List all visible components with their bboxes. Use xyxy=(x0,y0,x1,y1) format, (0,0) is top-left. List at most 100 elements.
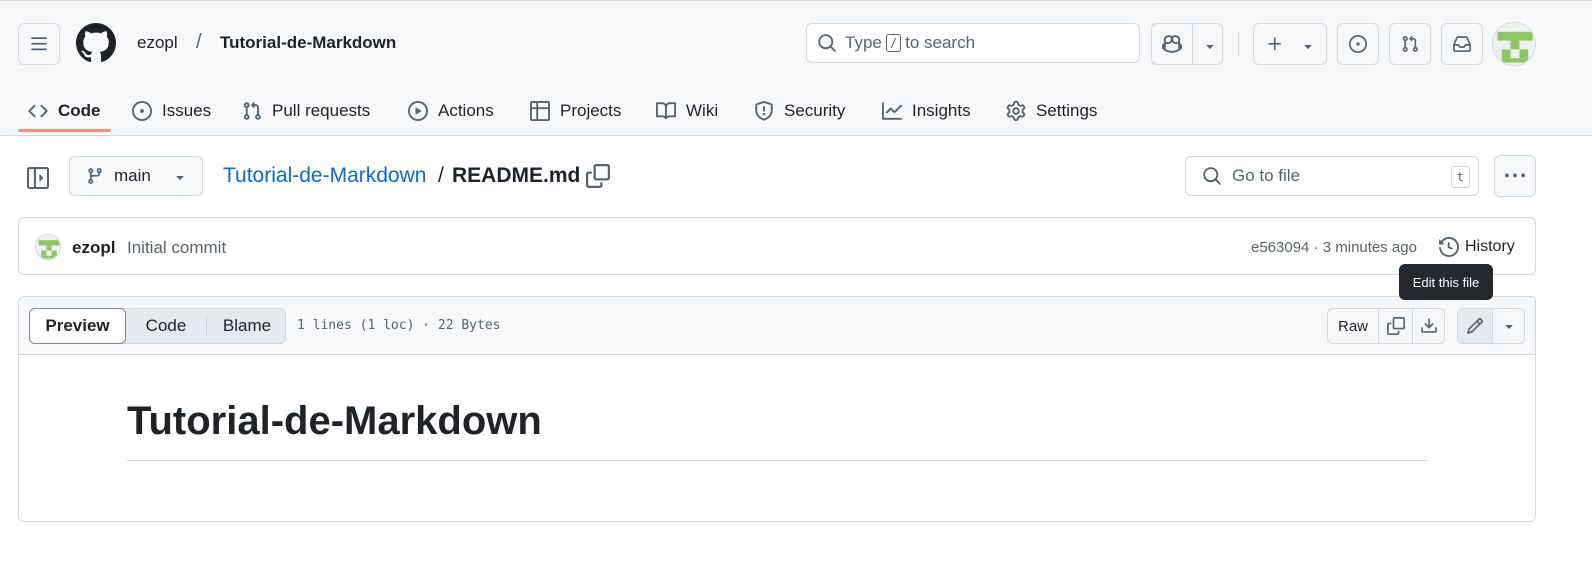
tab-label: Insights xyxy=(912,101,971,120)
tab-label: Security xyxy=(784,101,846,120)
inbox-icon xyxy=(1453,36,1471,52)
readme-heading: Tutorial-de-Markdown xyxy=(127,399,542,443)
search-shortcut-key: / xyxy=(885,34,902,52)
view-mode-segmented-control: Preview Code Blame xyxy=(29,308,286,344)
tab-projects[interactable]: Projects xyxy=(530,85,621,137)
tab-label: Code xyxy=(58,101,101,120)
more-options-button[interactable] xyxy=(1494,155,1536,197)
download-icon xyxy=(1421,318,1437,333)
copy-icon xyxy=(1386,317,1405,335)
view-code-button[interactable]: Code xyxy=(126,309,206,343)
tab-label: Settings xyxy=(1036,101,1098,120)
search-icon xyxy=(1203,167,1221,185)
your-issues-button[interactable] xyxy=(1337,23,1379,65)
global-header: ezopl / Tutorial-de-Markdown Type / to s… xyxy=(0,0,1592,136)
gear-icon xyxy=(1006,101,1026,121)
repo-name-link[interactable]: Tutorial-de-Markdown xyxy=(220,33,396,53)
latest-commit-bar: ezopl Initial commit e563094 · 3 minutes… xyxy=(18,217,1536,275)
your-pull-requests-button[interactable] xyxy=(1389,23,1431,65)
graph-icon xyxy=(882,102,902,120)
identicon-avatar-icon xyxy=(36,235,60,259)
copilot-button[interactable] xyxy=(1151,23,1223,65)
pull-request-icon xyxy=(1402,35,1418,52)
sidebar-expand-icon xyxy=(27,167,49,189)
history-icon xyxy=(1439,237,1459,257)
expand-file-tree-button[interactable] xyxy=(22,162,54,194)
chevron-down-icon xyxy=(1504,325,1513,329)
tab-security[interactable]: Security xyxy=(754,85,845,137)
file-actions-group: Raw xyxy=(1327,308,1445,344)
history-label: History xyxy=(1465,238,1515,255)
issue-icon xyxy=(132,101,152,121)
create-new-button[interactable] xyxy=(1253,23,1327,65)
tab-label: Pull requests xyxy=(272,101,371,120)
github-logo-icon[interactable] xyxy=(76,23,116,63)
pull-request-icon xyxy=(243,101,261,120)
identicon-avatar-icon xyxy=(1493,23,1535,65)
copy-path-icon[interactable] xyxy=(586,164,610,188)
tab-label: Projects xyxy=(560,101,622,120)
book-icon xyxy=(656,102,676,120)
breadcrumb-file-name: README.md xyxy=(452,164,581,187)
download-raw-file-button[interactable] xyxy=(1412,309,1445,343)
tab-label: Issues xyxy=(162,101,212,120)
copilot-icon xyxy=(1162,35,1182,53)
owner-repo-separator: / xyxy=(196,31,202,53)
repo-owner-link[interactable]: ezopl xyxy=(137,33,178,53)
go-to-file-placeholder: Go to file xyxy=(1232,166,1301,185)
go-to-file-input[interactable]: Go to file t xyxy=(1185,156,1479,196)
edit-file-button[interactable] xyxy=(1458,309,1492,343)
issue-icon xyxy=(1349,35,1367,53)
search-placeholder-after: to search xyxy=(905,33,976,52)
global-search-input[interactable]: Type / to search xyxy=(806,23,1140,63)
branch-name: main xyxy=(114,166,151,185)
more-edit-options-button[interactable] xyxy=(1492,309,1524,343)
open-menu-button[interactable] xyxy=(18,23,60,65)
edit-file-tooltip: Edit this file xyxy=(1399,264,1493,300)
file-viewer: Preview Code Blame 1 lines (1 loc) · 22 … xyxy=(18,296,1536,522)
git-branch-icon xyxy=(88,168,102,184)
tab-label: Actions xyxy=(438,101,494,120)
raw-button[interactable]: Raw xyxy=(1328,309,1378,343)
tab-pull-requests[interactable]: Pull requests xyxy=(242,85,370,137)
breadcrumb-separator: / xyxy=(438,164,444,187)
shield-icon xyxy=(755,101,773,121)
commit-sha-and-time[interactable]: e563094 · 3 minutes ago xyxy=(1251,239,1417,256)
commit-message-link[interactable]: Initial commit xyxy=(127,238,226,258)
kebab-horizontal-icon xyxy=(1505,173,1525,178)
repo-tabs: Code Issues Pull requests Actions Projec… xyxy=(0,85,1200,137)
chevron-down-icon[interactable] xyxy=(1202,38,1218,54)
file-header: Preview Code Blame 1 lines (1 loc) · 22 … xyxy=(19,297,1535,355)
split-divider xyxy=(1192,24,1193,64)
tab-actions[interactable]: Actions xyxy=(408,85,494,137)
table-icon xyxy=(530,101,550,121)
go-to-file-shortcut-key: t xyxy=(1450,166,1470,188)
search-icon xyxy=(818,34,836,52)
chevron-down-icon xyxy=(1304,45,1312,49)
user-avatar[interactable] xyxy=(1492,22,1536,66)
pencil-icon xyxy=(1467,318,1483,334)
inbox-button[interactable] xyxy=(1441,23,1483,65)
hamburger-icon xyxy=(31,37,47,51)
tab-label: Wiki xyxy=(686,101,719,120)
commit-author-avatar[interactable] xyxy=(35,234,61,260)
tab-settings[interactable]: Settings xyxy=(1006,85,1097,137)
plus-icon xyxy=(1268,37,1282,51)
header-divider xyxy=(1238,31,1239,57)
tab-wiki[interactable]: Wiki xyxy=(656,85,718,137)
commit-author-link[interactable]: ezopl xyxy=(72,238,115,258)
view-blame-button[interactable]: Blame xyxy=(207,309,287,343)
edit-file-group xyxy=(1457,308,1525,344)
view-preview-button[interactable]: Preview xyxy=(29,308,126,344)
history-button[interactable]: History xyxy=(1439,232,1515,262)
play-icon xyxy=(408,101,428,121)
branch-selector[interactable]: main xyxy=(69,156,203,196)
breadcrumb-repo-link[interactable]: Tutorial-de-Markdown xyxy=(223,164,426,188)
heading-rule xyxy=(127,460,1427,461)
chevron-down-icon xyxy=(176,176,184,180)
copy-raw-content-button[interactable] xyxy=(1378,309,1412,343)
tab-insights[interactable]: Insights xyxy=(882,85,971,137)
code-icon xyxy=(28,104,48,118)
search-placeholder-before: Type xyxy=(845,33,882,52)
tab-issues[interactable]: Issues xyxy=(132,85,211,137)
